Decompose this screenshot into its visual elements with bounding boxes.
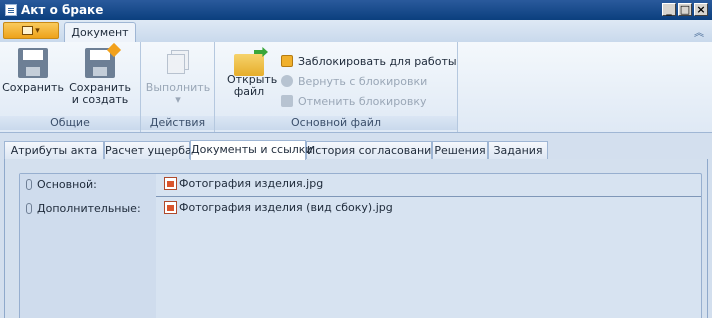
save-and-create-button[interactable]: Сохранить и создать — [64, 42, 136, 106]
minimize-button[interactable]: _ — [662, 3, 676, 16]
cancel-lock-label: Отменить блокировку — [298, 94, 427, 108]
window-controls: _ □ × — [662, 3, 708, 16]
tab-approval-history[interactable]: История согласования — [306, 141, 438, 159]
open-file-label: Открыть файл — [227, 73, 278, 98]
save-and-create-label: Сохранить и создать — [69, 81, 131, 106]
window-title: Акт о браке — [21, 3, 104, 17]
app-menu-icon — [22, 26, 34, 35]
cancel-lock-button[interactable]: Отменить блокировку — [281, 93, 427, 109]
tab-decisions[interactable]: Решения — [432, 141, 488, 159]
save-icon — [18, 48, 48, 78]
revert-from-lock-button[interactable]: Вернуть с блокировки — [281, 73, 427, 89]
paperclip-icon — [26, 179, 32, 190]
main-file-link[interactable]: Фотография изделия.jpg — [164, 177, 323, 190]
application-menu-button[interactable]: ▾ — [3, 22, 59, 39]
lock-label: Заблокировать для работы — [298, 54, 457, 68]
document-subtabs: Атрибуты акта Расчет ущерба Документы и … — [4, 140, 708, 160]
group-main-file: Открыть файл Заблокировать для работы Ве… — [215, 42, 458, 132]
execute-icon — [163, 48, 193, 78]
row-divider — [156, 196, 701, 197]
save-new-icon — [85, 42, 122, 78]
lock-for-work-button[interactable]: Заблокировать для работы — [281, 53, 457, 69]
group-general-label: Общие — [0, 116, 140, 130]
group-main-file-label: Основной файл — [215, 116, 457, 130]
additional-files-row: Дополнительные: Фотография изделия (вид … — [20, 198, 701, 220]
lock-icon — [281, 55, 293, 67]
execute-dropdown-icon: ▾ — [175, 93, 181, 106]
open-folder-icon — [234, 47, 268, 76]
group-actions-label: Действия — [141, 116, 214, 130]
revert-label: Вернуть с блокировки — [298, 74, 428, 88]
save-button[interactable]: Сохранить — [2, 48, 64, 94]
tab-damage-calculation[interactable]: Расчет ущерба — [104, 141, 192, 159]
additional-files-label: Дополнительные: — [37, 202, 141, 215]
group-general: Сохранить Сохранить и создать Общие — [0, 42, 141, 132]
files-panel: Основной: Фотография изделия.jpg Дополни… — [19, 173, 702, 318]
documents-and-links-content: Основной: Фотография изделия.jpg Дополни… — [4, 159, 708, 318]
tab-document[interactable]: Документ — [64, 22, 136, 43]
group-actions: Выполнить ▾ Действия — [141, 42, 215, 132]
chevron-down-icon: ▾ — [35, 25, 40, 36]
collapse-ribbon-icon[interactable]: ︽ — [694, 24, 704, 39]
image-file-icon — [164, 177, 177, 190]
document-icon — [5, 4, 17, 16]
tab-tasks[interactable]: Задания — [488, 141, 548, 159]
tab-documents-and-links[interactable]: Документы и ссылки — [190, 140, 313, 160]
main-file-label: Основной: — [37, 178, 97, 191]
additional-file-name: Фотография изделия (вид сбоку).jpg — [179, 201, 393, 214]
tab-act-attributes[interactable]: Атрибуты акта — [4, 141, 104, 159]
image-file-icon — [164, 201, 177, 214]
open-file-button[interactable]: Открыть файл — [223, 47, 278, 98]
arrow-icon — [254, 47, 268, 57]
revert-icon — [281, 75, 293, 87]
new-star-icon — [106, 42, 122, 58]
document-window: Акт о браке _ □ × ▾ Документ ︽ Сохранить… — [0, 0, 712, 318]
title-bar: Акт о браке _ □ × — [0, 0, 712, 20]
save-label: Сохранить — [2, 81, 64, 94]
main-file-row: Основной: Фотография изделия.jpg — [20, 174, 701, 196]
close-button[interactable]: × — [694, 3, 708, 16]
unlock-icon — [281, 95, 293, 107]
ribbon-tab-strip: ▾ Документ ︽ — [0, 20, 712, 43]
execute-button[interactable]: Выполнить ▾ — [145, 48, 211, 106]
paperclip-icon — [26, 203, 32, 214]
ribbon: Сохранить Сохранить и создать Общие Выпо… — [0, 42, 712, 133]
main-file-name: Фотография изделия.jpg — [179, 177, 324, 190]
additional-file-link[interactable]: Фотография изделия (вид сбоку).jpg — [164, 201, 393, 214]
maximize-button[interactable]: □ — [678, 3, 692, 16]
